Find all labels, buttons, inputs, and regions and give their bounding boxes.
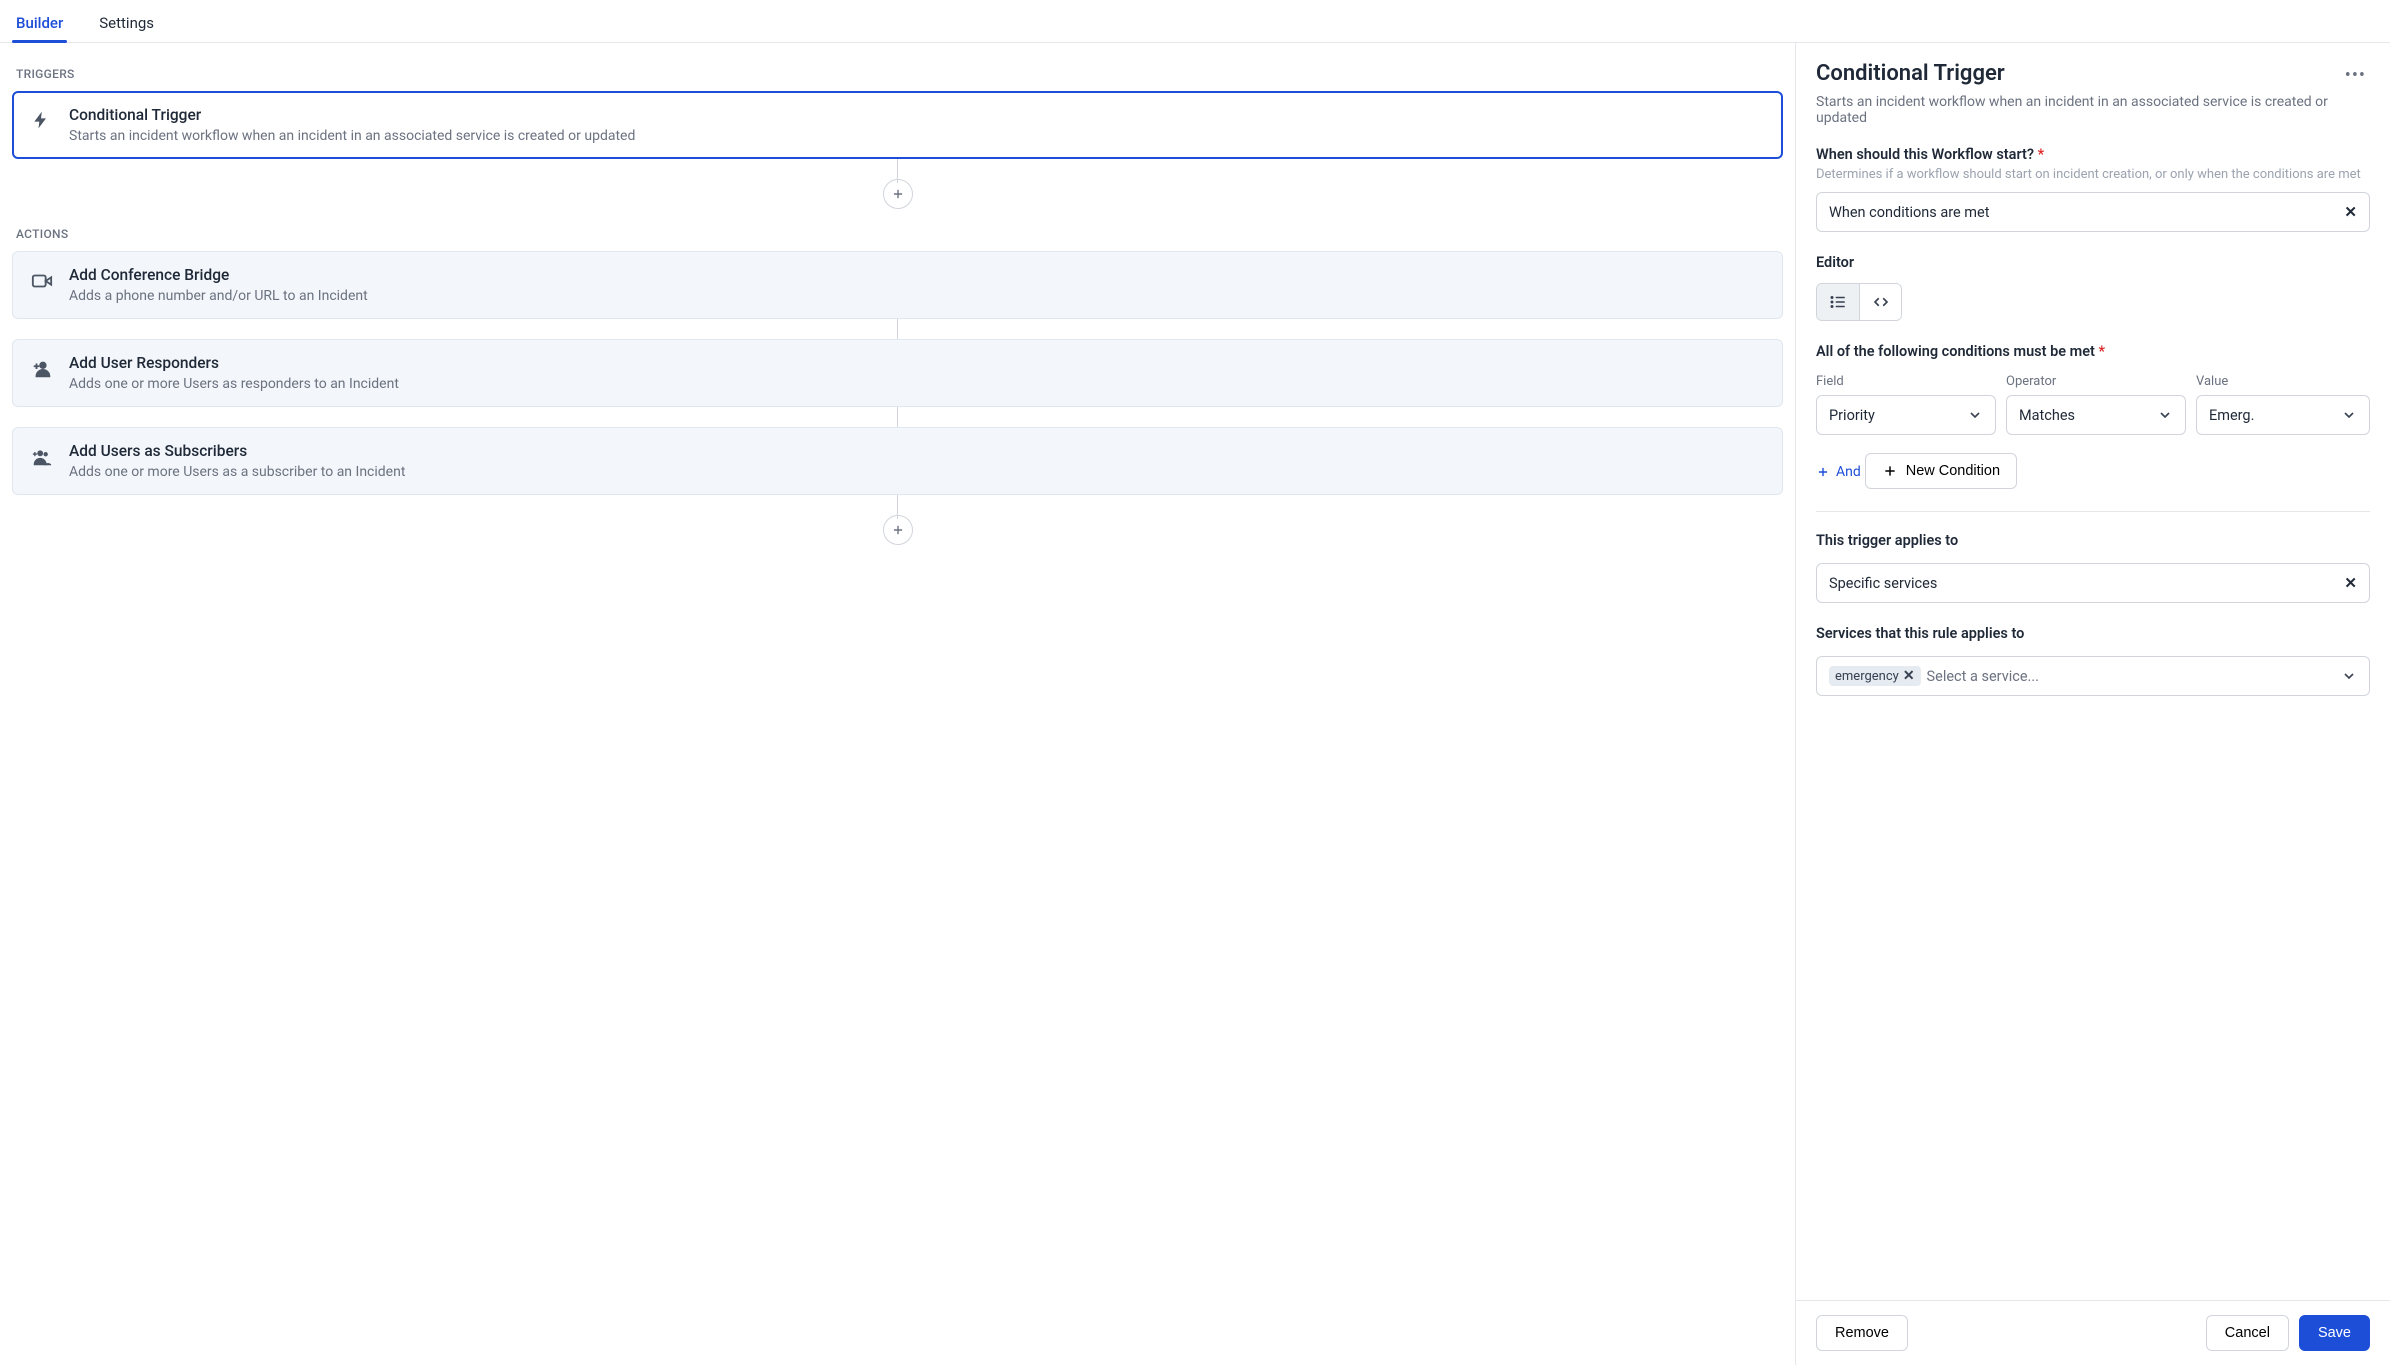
applies-to-label: This trigger applies to [1816,532,2370,549]
editor-label: Editor [1816,254,2370,271]
bolt-icon [31,110,53,132]
triggers-section-label: TRIGGERS [16,67,1779,81]
code-icon [1872,293,1890,311]
action-card-conference-bridge[interactable]: Add Conference Bridge Adds a phone numbe… [12,251,1783,319]
conditions-heading: All of the following conditions must be … [1816,343,2370,360]
chip-remove-icon[interactable]: ✕ [1903,668,1915,684]
chevron-down-icon [1967,407,1983,423]
condition-operator-label: Operator [2006,374,2186,389]
list-icon [1829,293,1847,311]
tabs-bar: Builder Settings [0,0,2390,43]
action-card-title: Add Conference Bridge [69,266,368,284]
condition-field-select[interactable]: Priority [1816,395,1996,435]
cancel-button[interactable]: Cancel [2206,1315,2289,1351]
connector-line [12,407,1783,427]
applies-to-select[interactable]: Specific services ✕ [1816,563,2370,603]
remove-button[interactable]: Remove [1816,1315,1908,1351]
services-placeholder: Select a service... [1927,668,2039,685]
plus-icon [1882,463,1898,479]
new-condition-button[interactable]: New Condition [1865,453,2017,489]
tab-builder[interactable]: Builder [12,6,67,42]
divider [1816,511,2370,512]
services-label: Services that this rule applies to [1816,625,2370,642]
plus-icon [1816,465,1830,479]
panel-title: Conditional Trigger [1816,61,2005,86]
chevron-down-icon [2157,407,2173,423]
when-start-value: When conditions are met [1829,204,1989,221]
action-card-title: Add User Responders [69,354,399,372]
right-panel: Conditional Trigger ••• Starts an incide… [1795,43,2390,1365]
add-step-button[interactable] [883,179,913,209]
condition-value-select[interactable]: Emerg. [2196,395,2370,435]
when-start-hint: Determines if a workflow should start on… [1816,167,2370,182]
action-card-add-responders[interactable]: Add User Responders Adds one or more Use… [12,339,1783,407]
panel-subtitle: Starts an incident workflow when an inci… [1816,94,2370,126]
more-options-icon[interactable]: ••• [2341,61,2370,90]
when-start-select[interactable]: When conditions are met ✕ [1816,192,2370,232]
add-step-button[interactable] [883,515,913,545]
actions-section-label: ACTIONS [16,227,1779,241]
action-card-add-subscribers[interactable]: Add Users as Subscribers Adds one or mor… [12,427,1783,495]
video-icon [31,270,53,292]
when-start-label: When should this Workflow start? * [1816,146,2370,163]
condition-value-label: Value [2196,374,2370,389]
condition-field-label: Field [1816,374,1996,389]
action-card-desc: Adds one or more Users as a subscriber t… [69,464,405,480]
clear-icon[interactable]: ✕ [2344,574,2357,592]
trigger-card-desc: Starts an incident workflow when an inci… [69,128,635,144]
trigger-card-conditional[interactable]: Conditional Trigger Starts an incident w… [12,91,1783,159]
action-card-desc: Adds one or more Users as responders to … [69,376,399,392]
action-card-title: Add Users as Subscribers [69,442,405,460]
editor-mode-toggle [1816,283,1902,321]
condition-operator-select[interactable]: Matches [2006,395,2186,435]
services-multiselect[interactable]: emergency ✕ Select a service... [1816,656,2370,696]
tab-settings[interactable]: Settings [95,6,158,42]
workflow-canvas: TRIGGERS Conditional Trigger Starts an i… [0,43,1795,1365]
user-plus-icon [31,358,53,380]
users-plus-icon [31,446,53,468]
add-and-condition-link[interactable]: And [1816,464,1861,480]
clear-icon[interactable]: ✕ [2344,203,2357,221]
service-chip: emergency ✕ [1829,666,1921,686]
chevron-down-icon [2341,668,2357,684]
trigger-card-title: Conditional Trigger [69,106,635,124]
editor-mode-code-button[interactable] [1859,284,1901,320]
action-card-desc: Adds a phone number and/or URL to an Inc… [69,288,368,304]
editor-mode-list-button[interactable] [1817,284,1859,320]
connector-line [12,319,1783,339]
save-button[interactable]: Save [2299,1315,2370,1351]
chevron-down-icon [2341,407,2357,423]
